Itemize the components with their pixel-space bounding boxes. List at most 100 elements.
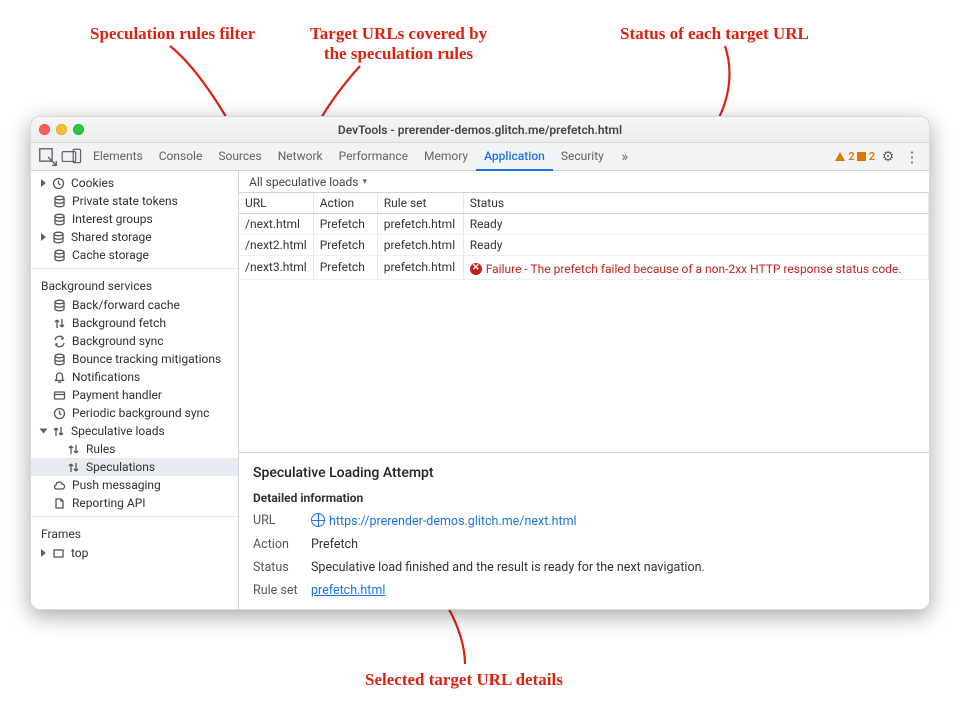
sidebar-item-cookies[interactable]: Cookies	[31, 174, 238, 192]
sidebar-item-label: Reporting API	[72, 496, 146, 510]
globe-icon	[311, 513, 325, 527]
tab-application[interactable]: Application	[476, 143, 553, 171]
clock-icon	[53, 407, 66, 420]
caret-icon	[41, 549, 46, 557]
detail-action-value: Prefetch	[311, 537, 915, 552]
sidebar-item-periodic-background-sync[interactable]: Periodic background sync	[31, 404, 238, 422]
annotation-status: Status of each target URL	[620, 24, 809, 44]
tab-memory[interactable]: Memory	[416, 142, 476, 170]
table-row[interactable]: /next3.htmlPrefetchprefetch.html✕Failure…	[239, 256, 929, 280]
sidebar-item-bounce-tracking-mitigations[interactable]: Bounce tracking mitigations	[31, 350, 238, 368]
tab-console[interactable]: Console	[151, 142, 211, 170]
sidebar-item-private-state-tokens[interactable]: Private state tokens	[31, 192, 238, 210]
db-icon	[53, 213, 66, 226]
table-row[interactable]: /next.htmlPrefetchprefetch.htmlReady	[239, 214, 929, 235]
sidebar-item-label: Private state tokens	[72, 194, 178, 208]
cell-action: Prefetch	[313, 256, 377, 280]
detail-ruleset-value: prefetch.html	[311, 583, 915, 598]
column-header-rule-set[interactable]: Rule set	[377, 193, 463, 214]
bell-icon	[53, 371, 66, 384]
table-row[interactable]: /next2.htmlPrefetchprefetch.htmlReady	[239, 235, 929, 256]
more-icon[interactable]	[901, 146, 923, 168]
sidebar-item-push-messaging[interactable]: Push messaging	[31, 476, 238, 494]
db-icon	[53, 195, 66, 208]
sidebar-item-label: Background fetch	[72, 316, 166, 330]
updown-icon	[67, 461, 80, 474]
column-header-url[interactable]: URL	[239, 193, 313, 214]
sidebar: Cookies Private state tokens Interest grou…	[31, 171, 239, 609]
sidebar-item-label: Notifications	[72, 370, 140, 384]
sidebar-item-rules[interactable]: Rules	[31, 440, 238, 458]
sidebar-item-label: Payment handler	[72, 388, 162, 402]
device-toggle-icon[interactable]	[61, 146, 83, 168]
detail-ruleset-link[interactable]: prefetch.html	[311, 583, 385, 598]
sidebar-section-background-services: Background services	[31, 273, 238, 296]
cell-url: /next.html	[239, 214, 313, 235]
detail-action-label: Action	[253, 537, 311, 552]
sidebar-item-background-fetch[interactable]: Background fetch	[31, 314, 238, 332]
sidebar-item-label: Cookies	[71, 176, 114, 190]
card-icon	[53, 389, 66, 402]
annotation-details: Selected target URL details	[365, 670, 563, 690]
sidebar-item-label: Shared storage	[71, 230, 152, 244]
sidebar-item-label: Periodic background sync	[72, 406, 209, 420]
devtools-window: DevTools - prerender-demos.glitch.me/pre…	[30, 116, 930, 610]
file-icon	[53, 497, 66, 510]
sidebar-item-label: Interest groups	[72, 212, 153, 226]
sidebar-item-label: top	[71, 546, 88, 560]
caret-icon	[41, 233, 46, 241]
sidebar-item-label: Rules	[86, 442, 115, 456]
messages-badge[interactable]: 2	[857, 150, 875, 163]
column-header-status[interactable]: Status	[463, 193, 928, 214]
sidebar-item-back-forward-cache[interactable]: Back/forward cache	[31, 296, 238, 314]
window-title: DevTools - prerender-demos.glitch.me/pre…	[31, 123, 929, 137]
sidebar-item-speculative-loads[interactable]: Speculative loads	[31, 422, 238, 440]
sidebar-item-notifications[interactable]: Notifications	[31, 368, 238, 386]
sidebar-item-interest-groups[interactable]: Interest groups	[31, 210, 238, 228]
cloud-icon	[53, 479, 66, 492]
sidebar-section-frames: Frames	[31, 521, 238, 544]
updown-icon	[53, 317, 66, 330]
tab-elements[interactable]: Elements	[85, 142, 151, 170]
warnings-badge[interactable]: 2	[835, 150, 854, 163]
updown-icon	[67, 443, 80, 456]
settings-icon[interactable]	[877, 146, 899, 168]
rect-icon	[52, 547, 65, 560]
tab-sources[interactable]: Sources	[210, 142, 269, 170]
detail-status-value: Speculative load finished and the result…	[311, 560, 915, 575]
detail-url-link[interactable]: https://prerender-demos.glitch.me/next.h…	[329, 514, 577, 529]
detail-url-label: URL	[253, 513, 311, 528]
tab-network[interactable]: Network	[270, 142, 331, 170]
speculations-table: URLActionRule setStatus /next.htmlPrefet…	[239, 193, 929, 453]
sidebar-item-label: Bounce tracking mitigations	[72, 352, 221, 366]
cell-status: Ready	[463, 235, 928, 256]
db-icon	[52, 231, 65, 244]
sidebar-item-shared-storage[interactable]: Shared storage	[31, 228, 238, 246]
sidebar-item-payment-handler[interactable]: Payment handler	[31, 386, 238, 404]
detail-url-value: https://prerender-demos.glitch.me/next.h…	[311, 513, 915, 529]
cell-ruleset: prefetch.html	[377, 235, 463, 256]
sidebar-item-label: Cache storage	[72, 248, 149, 262]
caret-icon	[41, 179, 46, 187]
sidebar-item-reporting-api[interactable]: Reporting API	[31, 494, 238, 512]
sync-icon	[53, 335, 66, 348]
detail-status-label: Status	[253, 560, 311, 575]
column-header-action[interactable]: Action	[313, 193, 377, 214]
cell-ruleset: prefetch.html	[377, 256, 463, 280]
sidebar-item-speculations[interactable]: Speculations	[31, 458, 238, 476]
cell-ruleset: prefetch.html	[377, 214, 463, 235]
tab-performance[interactable]: Performance	[331, 142, 416, 170]
toolbar: ElementsConsoleSourcesNetworkPerformance…	[31, 143, 929, 171]
titlebar: DevTools - prerender-demos.glitch.me/pre…	[31, 117, 929, 143]
cell-action: Prefetch	[313, 235, 377, 256]
inspect-icon[interactable]	[37, 146, 59, 168]
tabs-overflow-icon[interactable]	[614, 146, 636, 168]
speculation-filter-dropdown[interactable]: All speculative loads	[245, 174, 371, 190]
clock-icon	[52, 177, 65, 190]
db-icon	[53, 353, 66, 366]
sidebar-item-label: Push messaging	[72, 478, 161, 492]
tab-security[interactable]: Security	[553, 142, 612, 170]
sidebar-item-cache-storage[interactable]: Cache storage	[31, 246, 238, 264]
sidebar-item-background-sync[interactable]: Background sync	[31, 332, 238, 350]
sidebar-item-top[interactable]: top	[31, 544, 238, 562]
